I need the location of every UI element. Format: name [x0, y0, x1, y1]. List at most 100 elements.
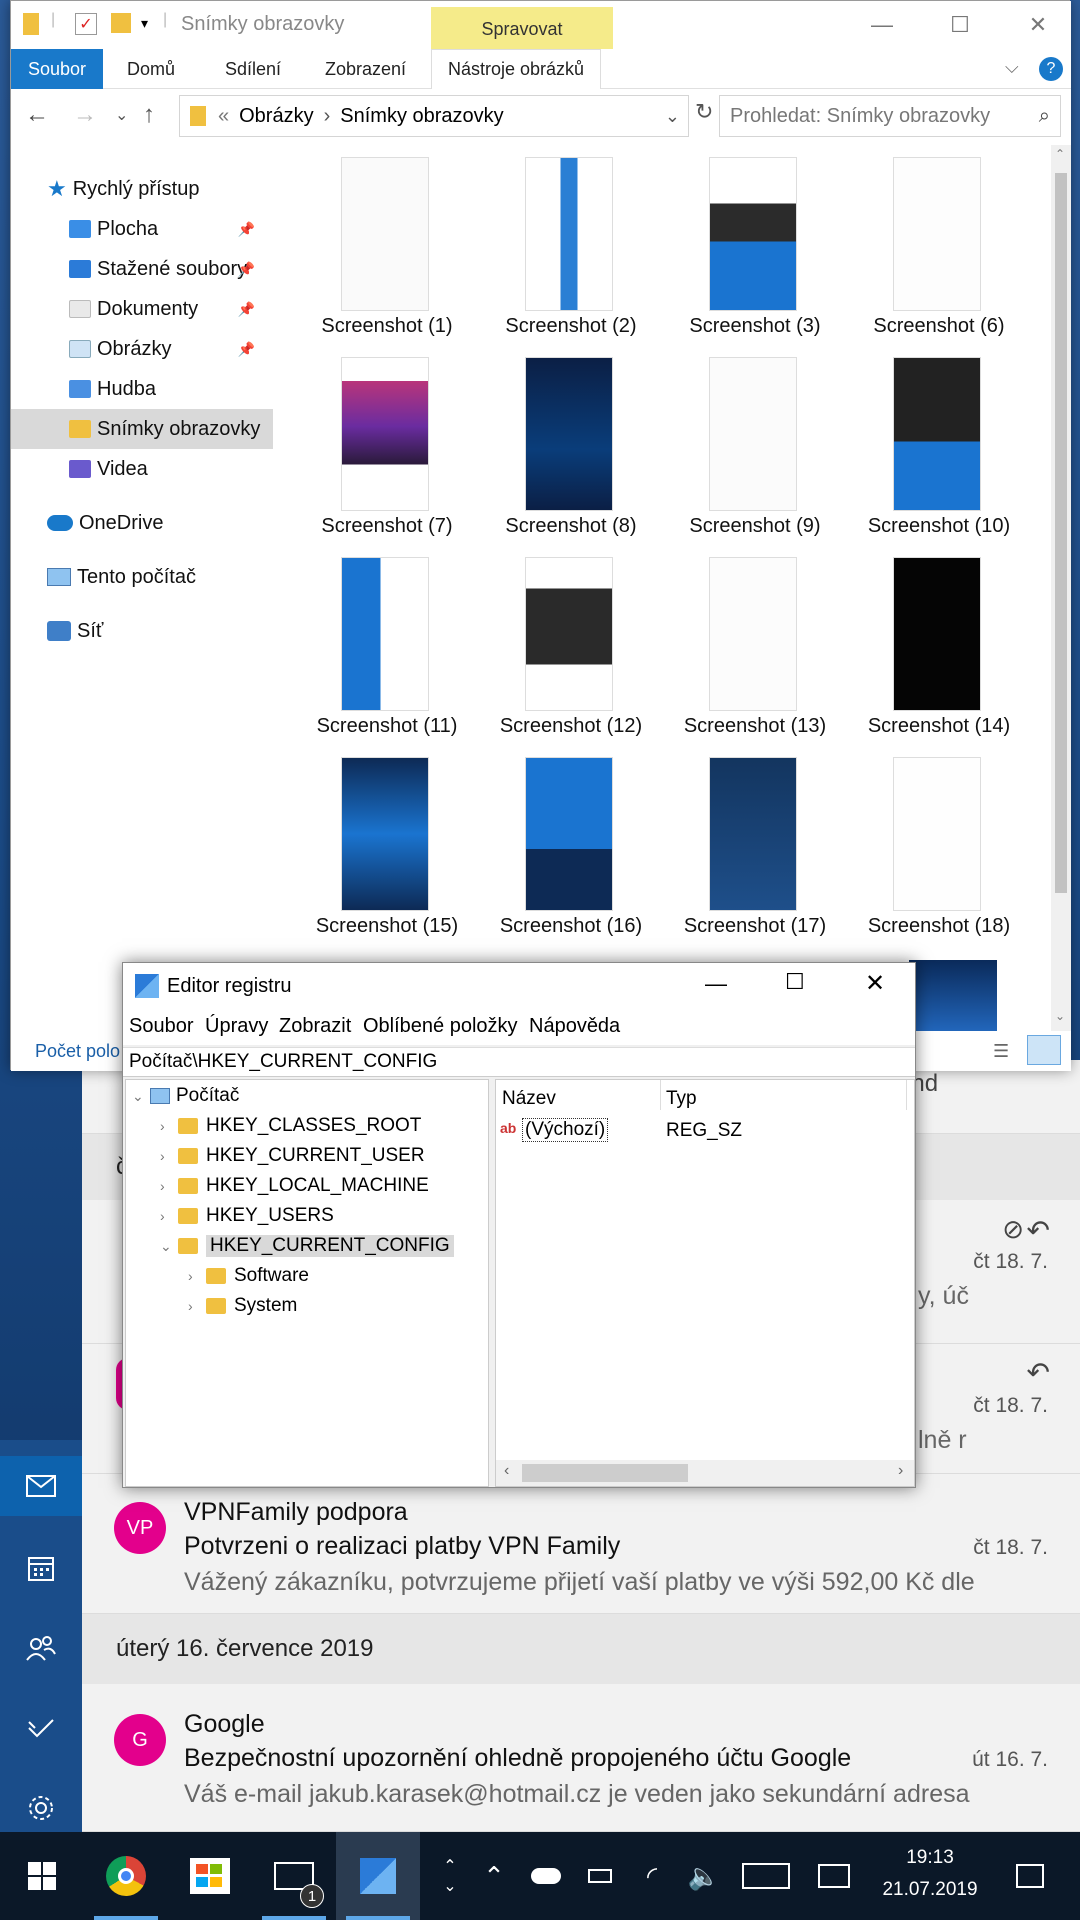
help-icon[interactable]: ?: [1039, 57, 1063, 81]
tablet-mode-icon[interactable]: [806, 1832, 862, 1920]
chevron-right-icon[interactable]: ›: [160, 1178, 178, 1194]
tree-node-hkcu[interactable]: › HKEY_CURRENT_USER: [160, 1142, 425, 1170]
minimize-button[interactable]: —: [859, 9, 905, 41]
tree-node-hkcc[interactable]: ⌄ HKEY_CURRENT_CONFIG: [160, 1232, 454, 1260]
chevron-down-icon[interactable]: ⌄: [665, 106, 680, 127]
scroll-up-icon[interactable]: ⌃: [1055, 147, 1065, 161]
up-arrow-icon[interactable]: ↑: [143, 101, 155, 129]
new-folder-icon[interactable]: [111, 13, 131, 33]
list-item[interactable]: G Google Bezpečnostní upozornění ohledně…: [82, 1684, 1080, 1832]
file-thumbnail[interactable]: Screenshot (14): [847, 545, 1031, 745]
touch-keyboard-icon[interactable]: [734, 1832, 798, 1920]
refresh-icon[interactable]: ↻: [695, 99, 713, 125]
large-icons-view-icon[interactable]: [1027, 1035, 1061, 1065]
file-thumbnail[interactable]: Screenshot (15): [295, 745, 479, 945]
file-thumbnail[interactable]: Screenshot (6): [847, 145, 1031, 345]
breadcrumb-item[interactable]: Snímky obrazovky: [340, 105, 503, 128]
close-button[interactable]: ✕: [865, 969, 885, 998]
scroll-left-icon[interactable]: ‹: [504, 1462, 509, 1480]
properties-icon[interactable]: ✓: [75, 13, 97, 35]
address-bar[interactable]: « Obrázky › Snímky obrazovky ⌄: [179, 95, 689, 137]
chevron-down-icon[interactable]: ⌵: [1005, 57, 1019, 78]
overflow-chevron[interactable]: «: [218, 105, 229, 128]
nav-item-downloads[interactable]: Stažené soubory 📌: [11, 249, 273, 289]
file-thumbnail[interactable]: Screenshot (9): [663, 345, 847, 545]
chevron-right-icon[interactable]: ›: [160, 1118, 178, 1134]
file-thumbnail[interactable]: Screenshot (3): [663, 145, 847, 345]
close-button[interactable]: ✕: [1015, 9, 1061, 41]
tab-share[interactable]: Sdílení: [225, 49, 281, 89]
file-thumbnail[interactable]: Screenshot (18): [847, 745, 1031, 945]
forward-arrow-icon[interactable]: →: [73, 101, 97, 129]
registry-path-bar[interactable]: Počítač\HKEY_CURRENT_CONFIG: [123, 1047, 915, 1077]
breadcrumb-item[interactable]: Obrázky: [239, 105, 313, 128]
nav-item-screenshots[interactable]: Snímky obrazovky: [11, 409, 273, 449]
settings-gear-icon[interactable]: [0, 1778, 82, 1838]
tab-view[interactable]: Zobrazení: [325, 49, 406, 89]
todo-icon[interactable]: [0, 1698, 82, 1758]
taskbar-mail[interactable]: 1: [252, 1832, 336, 1920]
tree-node-hkcr[interactable]: › HKEY_CLASSES_ROOT: [160, 1112, 421, 1140]
maximize-button[interactable]: ☐: [937, 9, 983, 41]
menu-view[interactable]: Zobrazit: [279, 1015, 351, 1038]
scroll-right-icon[interactable]: ›: [898, 1462, 903, 1480]
tree-node-system[interactable]: › System: [188, 1292, 297, 1320]
table-row[interactable]: ab (Výchozí): [500, 1116, 609, 1144]
tree-node-hku[interactable]: › HKEY_USERS: [160, 1202, 334, 1230]
calendar-icon[interactable]: [0, 1538, 82, 1598]
nav-item-pictures[interactable]: Obrázky 📌: [11, 329, 273, 369]
people-icon[interactable]: [0, 1618, 82, 1678]
nav-item-videos[interactable]: Videa: [11, 449, 273, 489]
scroll-down-icon[interactable]: ⌄: [1055, 1009, 1065, 1023]
chevron-right-icon[interactable]: ›: [188, 1298, 206, 1314]
recent-locations-icon[interactable]: ⌄: [115, 105, 128, 125]
file-thumbnail[interactable]: Screenshot (2): [479, 145, 663, 345]
start-button[interactable]: [0, 1832, 84, 1920]
file-thumbnail[interactable]: Screenshot (8): [479, 345, 663, 545]
column-header-type[interactable]: Typ: [666, 1088, 697, 1110]
file-thumbnail[interactable]: Screenshot (10): [847, 345, 1031, 545]
tab-picture-tools[interactable]: Nástroje obrázků: [431, 49, 602, 89]
taskbar-regedit[interactable]: [336, 1832, 420, 1920]
scrollbar-thumb[interactable]: [522, 1464, 688, 1482]
maximize-button[interactable]: ☐: [785, 969, 805, 995]
file-thumbnail[interactable]: Screenshot (7): [295, 345, 479, 545]
tab-file[interactable]: Soubor: [11, 49, 103, 89]
column-header-name[interactable]: Název: [502, 1088, 556, 1110]
search-icon[interactable]: ⌕: [1039, 105, 1050, 128]
file-thumbnail[interactable]: Screenshot (13): [663, 545, 847, 745]
pin-icon[interactable]: 📌: [238, 221, 255, 238]
notification-center-icon[interactable]: [1000, 1832, 1060, 1920]
pin-icon[interactable]: 📌: [238, 301, 255, 318]
tab-home[interactable]: Domů: [127, 49, 175, 89]
customize-toolbar-icon[interactable]: ▾: [141, 15, 148, 32]
taskbar-clock[interactable]: 19:13 21.07.2019: [870, 1842, 990, 1906]
nav-network[interactable]: Síť: [11, 611, 273, 651]
back-arrow-icon[interactable]: ←: [25, 101, 49, 129]
mail-icon[interactable]: [0, 1456, 82, 1516]
minimize-button[interactable]: —: [705, 971, 727, 997]
nav-item-documents[interactable]: Dokumenty 📌: [11, 289, 273, 329]
explorer-titlebar[interactable]: | ✓ ▾ | Snímky obrazovky Spravovat — ☐ ✕: [11, 1, 1071, 51]
file-thumbnail[interactable]: Screenshot (1): [295, 145, 479, 345]
chevron-right-icon[interactable]: ›: [188, 1268, 206, 1284]
nav-item-music[interactable]: Hudba: [11, 369, 273, 409]
nav-this-pc[interactable]: Tento počítač: [11, 557, 273, 597]
wifi-icon[interactable]: ◜: [630, 1832, 674, 1920]
list-item[interactable]: VP VPNFamily podpora Potvrzeni o realiza…: [82, 1474, 1080, 1614]
show-hidden-icons[interactable]: ⌃: [474, 1832, 514, 1920]
onedrive-tray-icon[interactable]: [522, 1832, 570, 1920]
battery-icon[interactable]: [578, 1832, 622, 1920]
menu-favorites[interactable]: Oblíbené položky: [363, 1015, 518, 1038]
manage-context-tab[interactable]: Spravovat: [431, 7, 613, 51]
menu-file[interactable]: Soubor: [129, 1015, 194, 1038]
tree-node-hklm[interactable]: › HKEY_LOCAL_MACHINE: [160, 1172, 429, 1200]
taskbar-store[interactable]: [168, 1832, 252, 1920]
menu-help[interactable]: Nápověda: [529, 1015, 620, 1038]
registry-titlebar[interactable]: Editor registru — ☐ ✕: [123, 963, 915, 1009]
chevron-right-icon[interactable]: ›: [160, 1208, 178, 1224]
file-thumbnail[interactable]: Screenshot (16): [479, 745, 663, 945]
tree-node-computer[interactable]: ⌄ Počítač: [132, 1082, 239, 1110]
horizontal-scrollbar[interactable]: ‹ ›: [496, 1460, 914, 1486]
nav-item-desktop[interactable]: Plocha 📌: [11, 209, 273, 249]
